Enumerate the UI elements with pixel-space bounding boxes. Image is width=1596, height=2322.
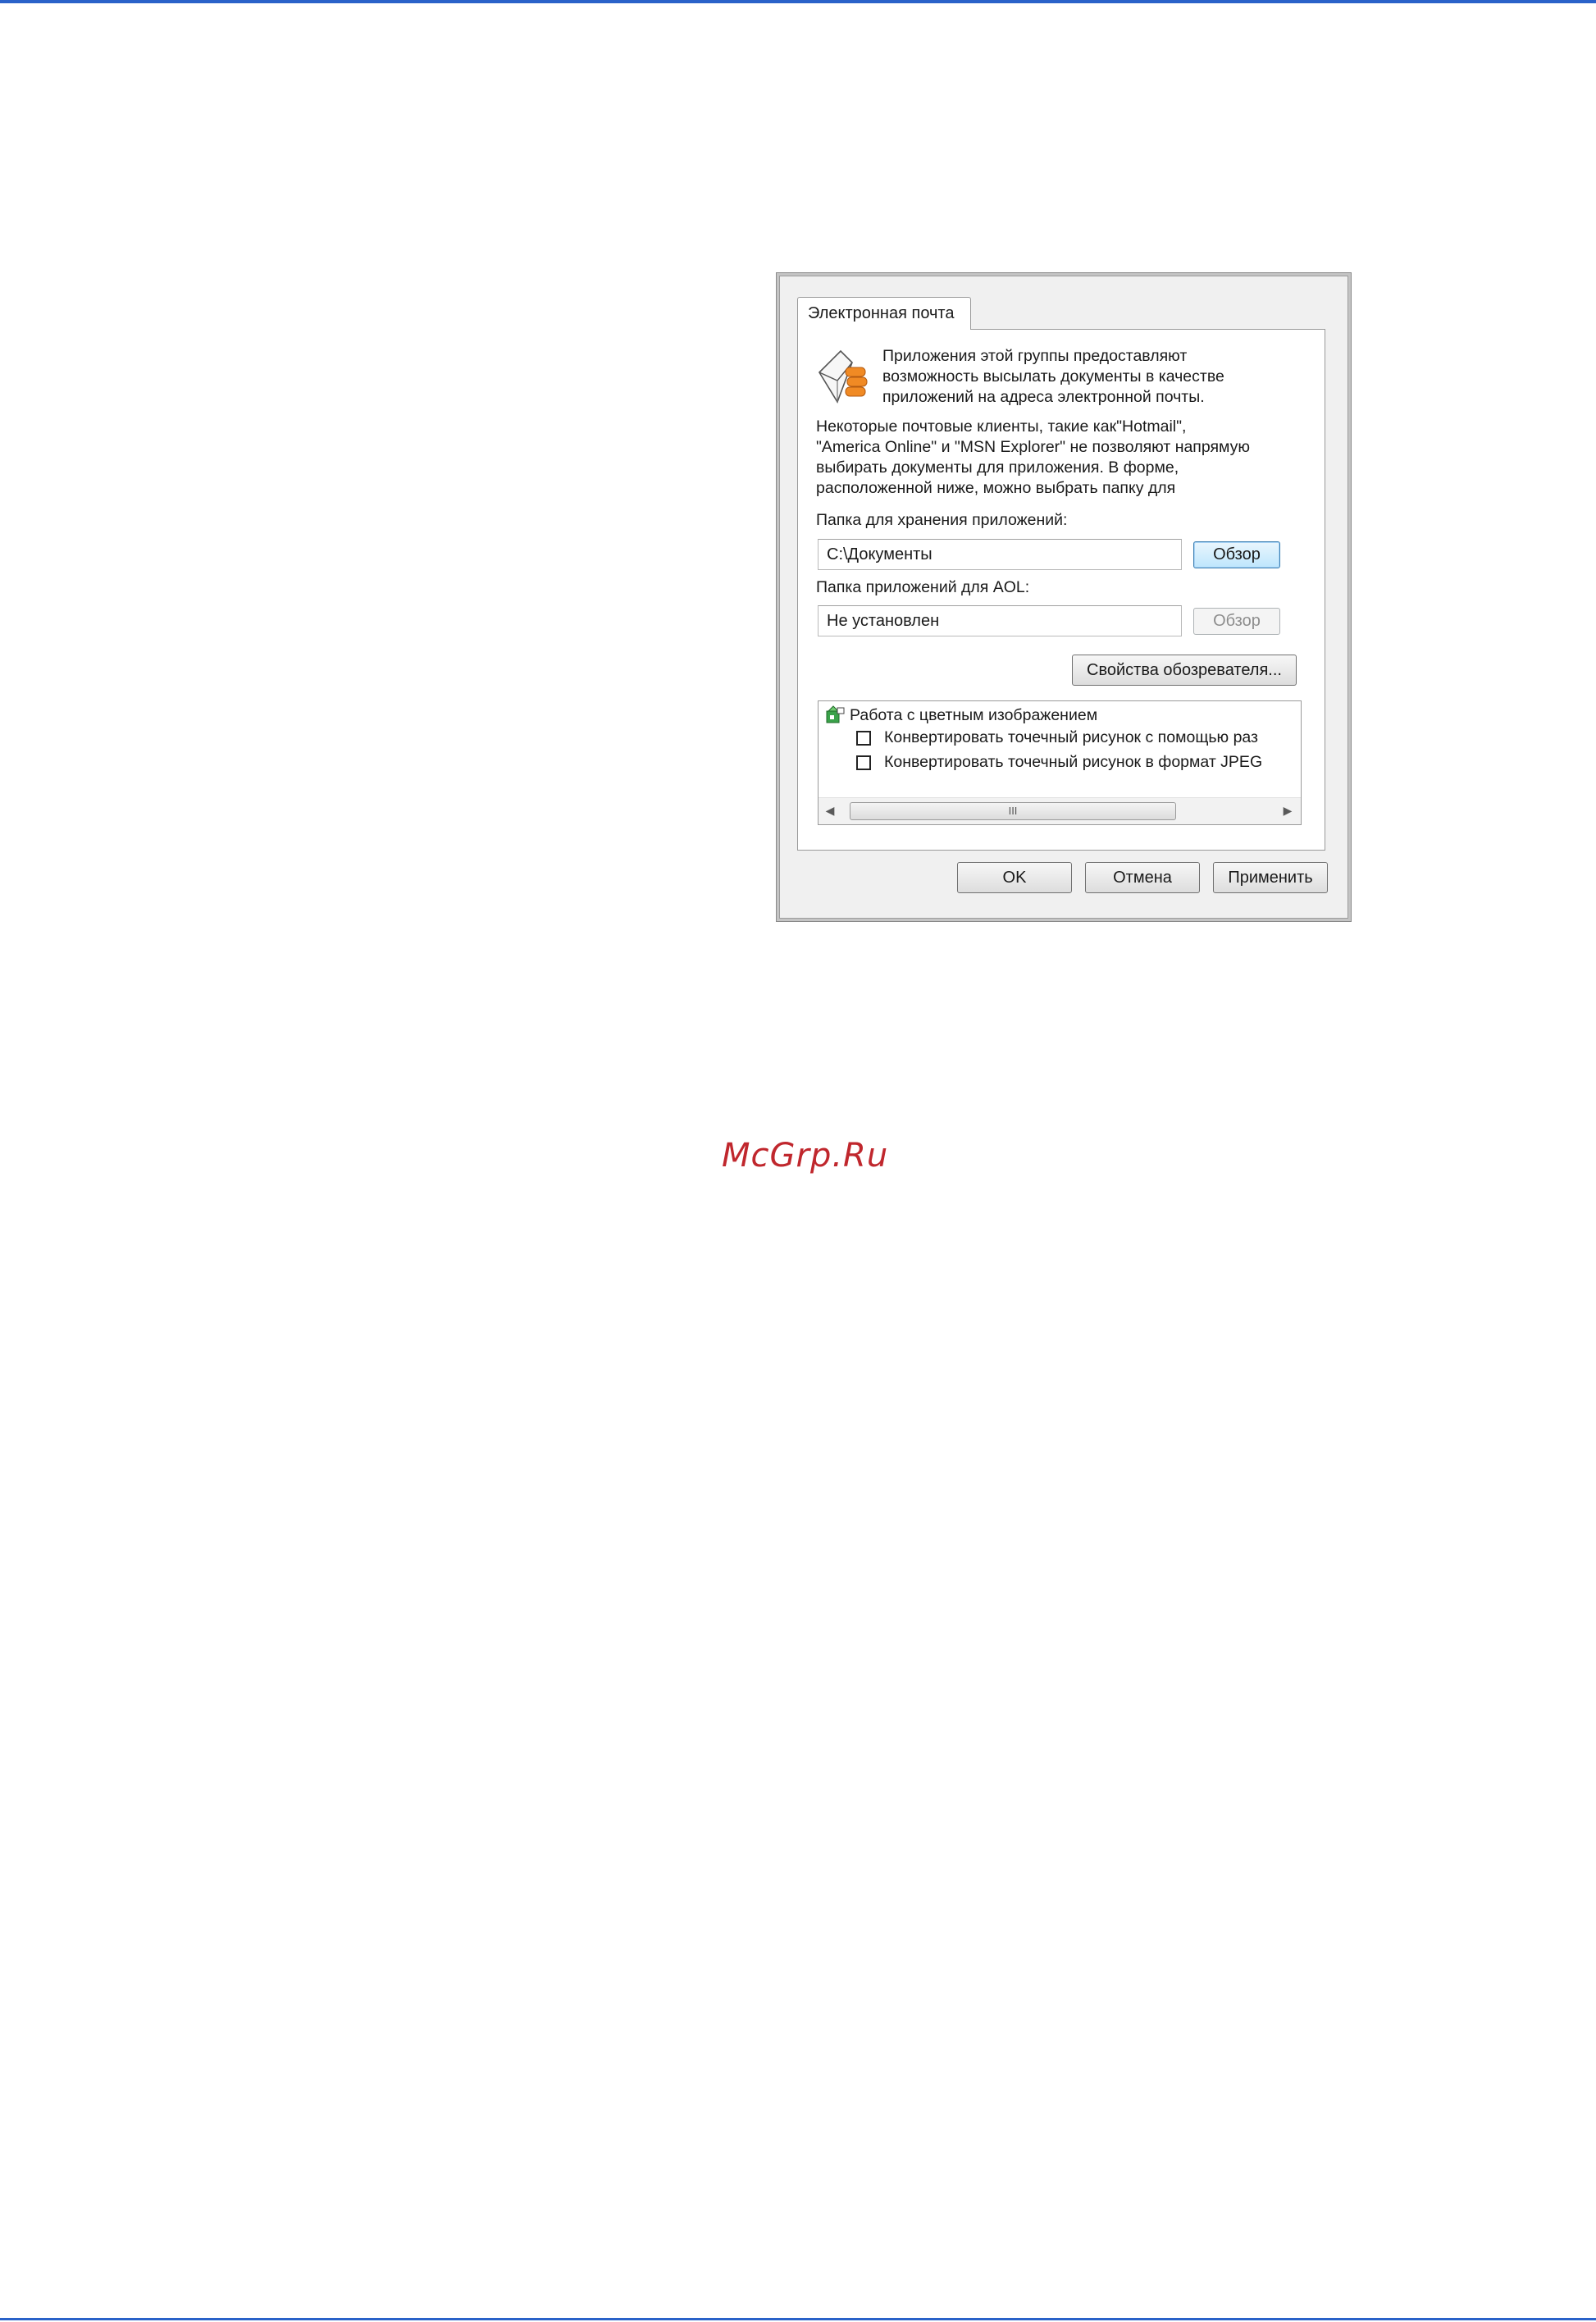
note-line-1: Некоторые почтовые клиенты, такие как"Ho… (816, 417, 1187, 436)
apply-button[interactable]: Применить (1213, 862, 1328, 893)
aol-folder-input[interactable]: Не установлен (818, 605, 1182, 636)
page-top-rule (0, 0, 1596, 3)
scroll-left-icon[interactable]: ◀ (822, 804, 838, 818)
email-envelope-icon (818, 349, 868, 404)
cancel-button[interactable]: Отмена (1085, 862, 1200, 893)
tree-item-label-2: Конвертировать точечный рисунок в формат… (884, 753, 1263, 771)
note-line-3: выбирать документы для приложения. В фор… (816, 458, 1179, 477)
aol-folder-label: Папка приложений для AOL: (816, 578, 1030, 596)
convert-bitmap-checkbox-1[interactable] (856, 731, 871, 746)
ok-button[interactable]: OK (957, 862, 1072, 893)
attachments-folder-input[interactable]: C:\Документы (818, 539, 1182, 570)
convert-bitmap-checkbox-2[interactable] (856, 755, 871, 770)
email-tab-panel: Приложения этой группы предоставляют воз… (797, 329, 1325, 851)
horizontal-scrollbar[interactable]: ◀ III ▶ (819, 797, 1301, 824)
email-properties-dialog: Электронная почта Приложения этой группы… (776, 272, 1352, 922)
attachments-folder-label: Папка для хранения приложений: (816, 511, 1068, 529)
options-tree: Работа с цветным изображением Конвертиро… (818, 700, 1302, 825)
browser-properties-button[interactable]: Свойства обозревателя... (1072, 655, 1297, 686)
tree-item-label-1: Конвертировать точечный рисунок с помощь… (884, 728, 1258, 746)
page-bottom-rule (0, 2318, 1596, 2320)
color-image-group-icon (826, 705, 845, 723)
note-line-2: "America Online" и "MSN Explorer" не поз… (816, 438, 1251, 456)
tab-email[interactable]: Электронная почта (797, 297, 971, 330)
intro-line-1: Приложения этой группы предоставляют (882, 347, 1188, 365)
tree-group-label: Работа с цветным изображением (850, 706, 1098, 724)
browse-aol-button[interactable]: Обзор (1193, 608, 1280, 635)
scroll-thumb[interactable]: III (850, 802, 1176, 820)
note-line-4: расположенной ниже, можно выбрать папку … (816, 479, 1176, 497)
browse-attachments-button[interactable]: Обзор (1193, 541, 1280, 568)
watermark: McGrp.Ru (722, 1137, 889, 1175)
intro-line-2: возможность высылать документы в качеств… (882, 367, 1224, 385)
scroll-right-icon[interactable]: ▶ (1279, 804, 1296, 818)
intro-line-3: приложений на адреса электронной почты. (882, 388, 1205, 406)
